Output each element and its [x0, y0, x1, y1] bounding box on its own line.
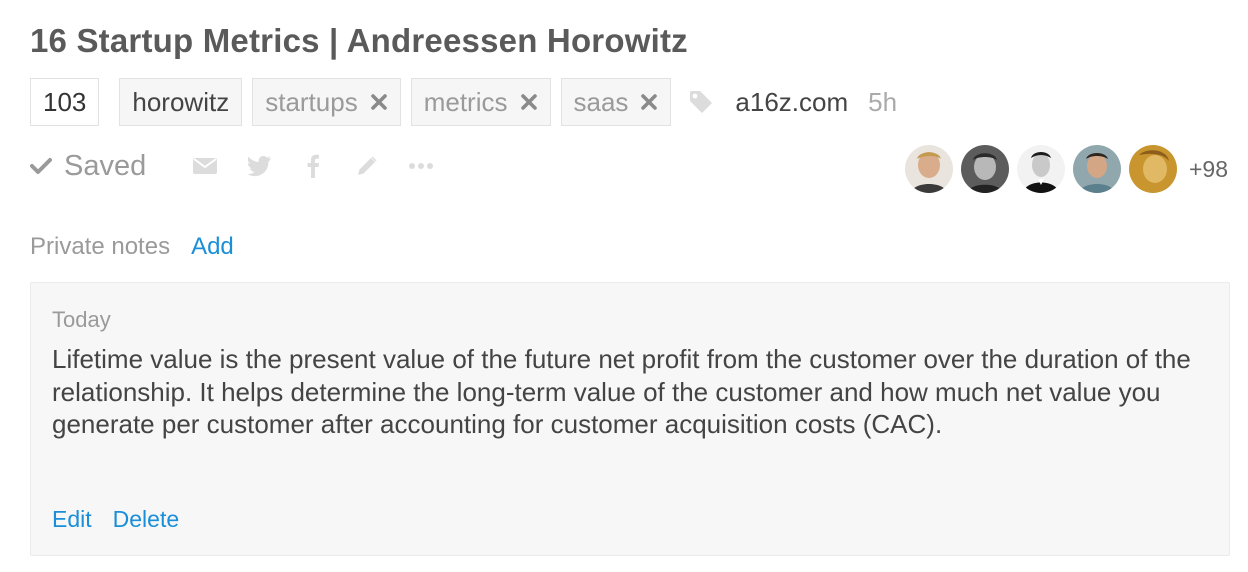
avatar[interactable]: [1016, 145, 1065, 193]
pencil-icon: [358, 156, 377, 175]
add-note-link[interactable]: Add: [191, 233, 234, 261]
avatar[interactable]: [1128, 145, 1177, 193]
check-icon: [30, 158, 52, 174]
more-actions-button[interactable]: [406, 151, 436, 181]
facebook-share-button[interactable]: [298, 151, 328, 181]
action-row: Saved: [30, 144, 460, 188]
tag-label: horowitz: [132, 86, 230, 117]
more-savers-count[interactable]: +98: [1189, 156, 1228, 183]
twitter-share-button[interactable]: [244, 151, 274, 181]
tag-startups[interactable]: startups: [252, 78, 401, 126]
note-date: Today: [52, 307, 111, 332]
private-notes-label: Private notes: [30, 233, 171, 260]
note-text: Lifetime value is the present value of t…: [52, 344, 1191, 439]
ellipsis-icon: [409, 163, 434, 169]
twitter-icon: [247, 155, 272, 177]
save-count: 103: [30, 78, 100, 126]
delete-note-link[interactable]: Delete: [113, 506, 179, 533]
tag-saas[interactable]: saas: [560, 78, 672, 126]
envelope-icon: [193, 158, 218, 174]
annotate-button[interactable]: [352, 151, 382, 181]
avatar[interactable]: [960, 145, 1009, 193]
saved-label: Saved: [64, 149, 147, 182]
remove-tag-icon[interactable]: [640, 93, 658, 111]
facebook-icon: [307, 154, 320, 178]
tag-row: 103 horowitz startups metrics saas a16z.…: [30, 78, 897, 126]
private-notes-header: Private notes Add: [30, 233, 234, 261]
remove-tag-icon[interactable]: [520, 93, 538, 111]
avatar[interactable]: [904, 145, 953, 193]
remove-tag-icon[interactable]: [370, 93, 388, 111]
article-age: 5h: [868, 86, 898, 117]
tag-label: startups: [265, 86, 358, 117]
avatar[interactable]: [1072, 145, 1121, 193]
note-actions: Edit Delete: [52, 506, 200, 533]
edit-note-link[interactable]: Edit: [52, 506, 92, 533]
tag-metrics[interactable]: metrics: [410, 78, 551, 126]
article-title[interactable]: 16 Startup Metrics | Andreessen Horowitz: [30, 22, 688, 60]
tag-horowitz[interactable]: horowitz: [119, 78, 243, 126]
saved-toggle[interactable]: Saved: [30, 150, 146, 183]
tag-label: saas: [573, 86, 629, 117]
tag-label: metrics: [423, 86, 508, 117]
email-share-button[interactable]: [190, 151, 220, 181]
savers-list: +98: [897, 145, 1228, 193]
note-card: Today Lifetime value is the present valu…: [30, 282, 1230, 556]
add-tag-icon[interactable]: [687, 88, 715, 116]
source-domain-link[interactable]: a16z.com: [735, 87, 848, 118]
